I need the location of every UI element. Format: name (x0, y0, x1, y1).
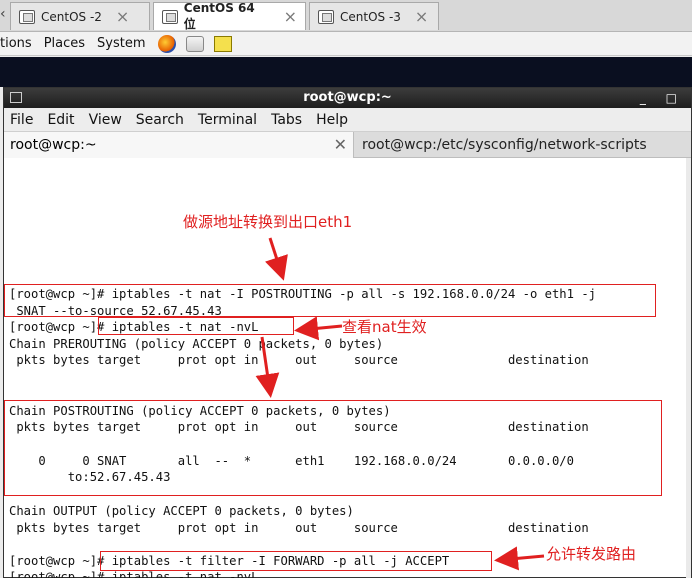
arrow-to-forward-command (494, 546, 545, 571)
annotation-arrows (255, 237, 545, 571)
arrow-to-postrouting (255, 336, 280, 398)
arrow-to-snat-command (265, 237, 288, 281)
arrow-to-nvl-command (294, 316, 343, 341)
